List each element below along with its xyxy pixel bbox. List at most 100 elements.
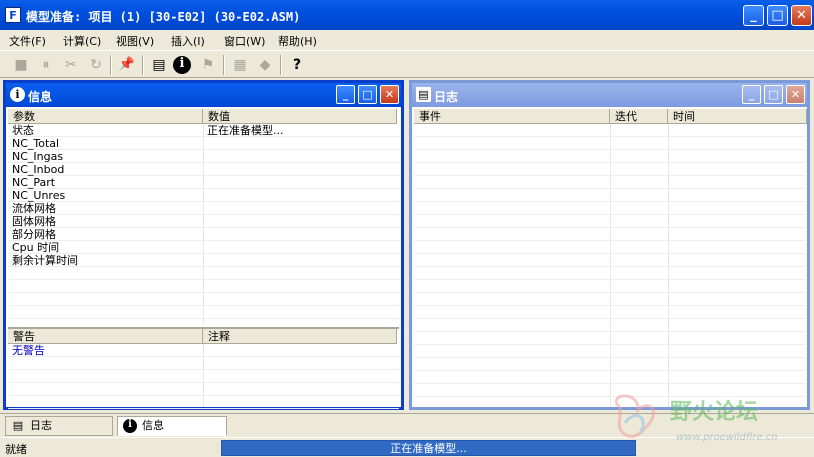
menu-bar: 文件(F) 计算(C) 视图(V) 插入(I) 窗口(W) 帮助(H) <box>0 30 814 50</box>
empty-row <box>8 280 399 293</box>
warning-comment <box>203 344 207 357</box>
refresh-icon[interactable]: ↻ <box>85 54 107 76</box>
info-maximize-button[interactable]: □ <box>358 85 377 104</box>
app-title-bar[interactable]: F 模型准备: 项目 (1) [30-E02] (30-E02.ASM) _ □… <box>0 0 814 30</box>
info-close-button[interactable]: ✕ <box>380 85 399 104</box>
table-row[interactable]: NC_Unres <box>8 189 399 202</box>
parameter-value <box>203 150 207 163</box>
window-title: 模型准备: 项目 (1) [30-E02] (30-E02.ASM) <box>26 10 301 24</box>
table-row[interactable]: NC_Inbod <box>8 163 399 176</box>
empty-row <box>8 293 399 306</box>
stop-icon[interactable]: ■ <box>10 54 32 76</box>
parameter-name: Cpu 时间 <box>12 241 60 254</box>
help-icon[interactable]: ? <box>286 54 308 76</box>
empty-row <box>414 124 805 137</box>
parameter-value <box>203 241 207 254</box>
empty-row <box>414 332 805 345</box>
column-header-parameter[interactable]: 参数 <box>8 109 203 124</box>
column-header-value[interactable]: 数值 <box>203 109 397 124</box>
pause-icon[interactable]: ⏸ <box>35 54 57 76</box>
empty-row <box>414 137 805 150</box>
minimize-button[interactable]: _ <box>743 5 764 26</box>
table-row[interactable]: 状态 正在准备模型... <box>8 124 399 137</box>
empty-row <box>8 306 399 319</box>
toolbar-separator <box>110 55 112 75</box>
parameter-name: NC_Inbod <box>12 163 65 176</box>
info-icon: i <box>123 419 137 433</box>
toolbar-separator <box>223 55 225 75</box>
table-row[interactable]: NC_Ingas <box>8 150 399 163</box>
column-header-time[interactable]: 时间 <box>668 109 807 124</box>
column-header-warning[interactable]: 警告 <box>8 329 203 344</box>
menu-calculate[interactable]: 计算(C) <box>63 33 101 49</box>
info-icon[interactable]: i <box>173 56 191 74</box>
table-row[interactable]: Cpu 时间 <box>8 241 399 254</box>
parameter-value <box>203 228 207 241</box>
table-row[interactable]: 无警告 <box>8 344 399 357</box>
column-header-comment[interactable]: 注释 <box>203 329 397 344</box>
warnings-grid: 警告 注释 无警告 <box>8 327 399 409</box>
table-row[interactable]: 部分网格 <box>8 228 399 241</box>
log-close-button[interactable]: ✕ <box>786 85 805 104</box>
empty-row <box>414 176 805 189</box>
tab-info[interactable]: i 信息 <box>117 416 227 436</box>
info-window-titlebar[interactable]: i 信息 _ □ ✕ <box>6 83 401 107</box>
menu-view[interactable]: 视图(V) <box>116 33 154 49</box>
maximize-button[interactable]: □ <box>767 5 788 26</box>
info-window: i 信息 _ □ ✕ 参数 数值 状态 正在准备模型... NC_Total NC_I… <box>3 80 404 410</box>
info-minimize-button[interactable]: _ <box>336 85 355 104</box>
app-icon: F <box>5 7 21 23</box>
watermark-logo: 野火论坛 www.proewildfire.cn <box>600 388 800 448</box>
log-maximize-button[interactable]: □ <box>764 85 783 104</box>
status-text: 就绪 <box>5 443 27 456</box>
table-row[interactable]: 固体网格 <box>8 215 399 228</box>
close-button[interactable]: ✕ <box>791 5 812 26</box>
menu-insert[interactable]: 插入(I) <box>171 33 205 49</box>
table-row[interactable]: 流体网格 <box>8 202 399 215</box>
log-grid: 事件 迭代 时间 <box>414 109 807 407</box>
document-icon: ▤ <box>416 87 431 102</box>
parameter-value: 正在准备模型... <box>207 124 284 137</box>
menu-window[interactable]: 窗口(W) <box>224 33 265 49</box>
parameter-name: 剩余计算时间 <box>12 254 78 267</box>
empty-row <box>414 189 805 202</box>
empty-row <box>8 357 399 370</box>
parameter-value <box>203 189 207 202</box>
empty-row <box>414 371 805 384</box>
menu-help[interactable]: 帮助(H) <box>278 33 317 49</box>
flag-icon[interactable]: ⚑ <box>197 54 219 76</box>
watermark-text: 野火论坛 <box>670 400 759 425</box>
info-parameters-grid: 参数 数值 状态 正在准备模型... NC_Total NC_Ingas NC_Inbo… <box>8 109 399 324</box>
log-window-titlebar[interactable]: ▤ 日志 _ □ ✕ <box>412 83 807 107</box>
empty-row <box>414 215 805 228</box>
empty-row <box>414 202 805 215</box>
empty-row <box>414 267 805 280</box>
empty-row <box>414 293 805 306</box>
empty-row <box>414 228 805 241</box>
column-header-iteration[interactable]: 迭代 <box>610 109 668 124</box>
grid-icon[interactable]: ▦ <box>229 54 251 76</box>
parameter-value <box>203 202 207 215</box>
empty-row <box>414 358 805 371</box>
table-row[interactable]: NC_Total <box>8 137 399 150</box>
scissors-icon[interactable]: ✂ <box>60 54 82 76</box>
log-window: ▤ 日志 _ □ ✕ 事件 迭代 时间 <box>409 80 810 410</box>
parameter-value <box>203 254 207 267</box>
empty-row <box>8 383 399 396</box>
tab-log[interactable]: ▤ 日志 <box>5 416 113 436</box>
log-document-icon[interactable]: ▤ <box>148 54 170 76</box>
parameter-value <box>203 215 207 228</box>
pin-icon[interactable]: 📌 <box>116 54 138 76</box>
empty-row <box>414 163 805 176</box>
table-row[interactable]: NC_Part <box>8 176 399 189</box>
table-row[interactable]: 剩余计算时间 <box>8 254 399 267</box>
empty-row <box>414 306 805 319</box>
diamond-icon[interactable]: ◆ <box>254 54 276 76</box>
column-header-event[interactable]: 事件 <box>414 109 610 124</box>
parameter-value <box>203 137 207 150</box>
progress-bar: 正在准备模型... <box>221 440 636 456</box>
parameter-value <box>203 163 207 176</box>
log-minimize-button[interactable]: _ <box>742 85 761 104</box>
parameter-name: NC_Unres <box>12 189 66 202</box>
menu-file[interactable]: 文件(F) <box>9 33 46 49</box>
